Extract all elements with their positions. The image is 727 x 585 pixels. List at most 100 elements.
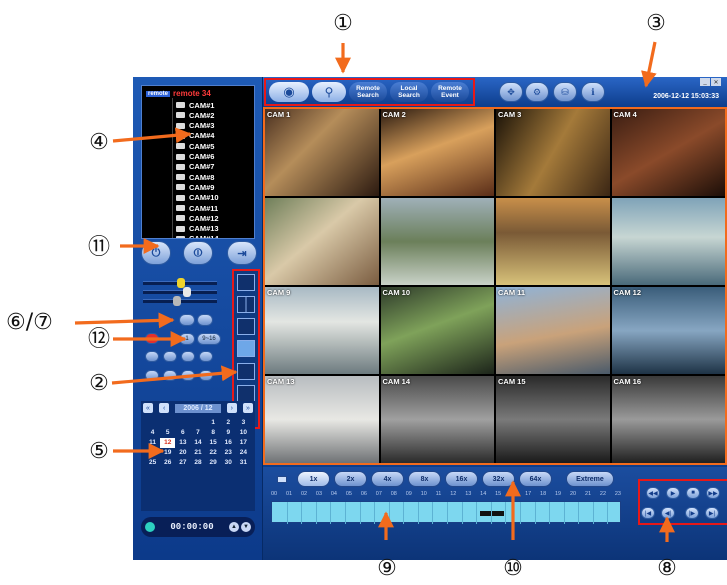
tree-camera-item[interactable]: CAM#1 (176, 100, 214, 110)
split-9-button[interactable] (237, 318, 255, 336)
tree-camera-item[interactable]: CAM#12 (176, 213, 219, 223)
calendar-day[interactable]: 20 (175, 448, 190, 458)
calendar-day[interactable]: 31 (236, 458, 251, 468)
tree-camera-item[interactable]: CAM#13 (176, 224, 219, 234)
calendar-day[interactable]: 30 (221, 458, 236, 468)
info-button[interactable]: ℹ (581, 82, 605, 102)
tree-camera-item[interactable]: CAM#7 (176, 162, 214, 172)
channel-button[interactable] (163, 351, 177, 362)
channel-button[interactable] (181, 351, 195, 362)
minimize-button[interactable]: _ (700, 78, 710, 86)
split-6-button[interactable] (237, 362, 255, 380)
calendar-day[interactable]: 13 (175, 438, 190, 448)
setup-button[interactable]: ⚙ (525, 82, 549, 102)
slider-knob[interactable] (183, 287, 191, 297)
calendar-day[interactable]: 2 (221, 418, 236, 428)
speed-button[interactable]: 8x (408, 471, 441, 487)
split-16-button[interactable] (237, 340, 255, 358)
next-year-button[interactable]: » (242, 403, 253, 413)
camera-tile[interactable]: CAM 9 (265, 287, 379, 374)
time-down-button[interactable]: ▼ (241, 522, 251, 532)
next-month-button[interactable]: › (226, 403, 237, 413)
speed-button[interactable]: Extreme (566, 471, 614, 487)
remote-event-button[interactable]: Remote Event (431, 82, 469, 102)
speed-button[interactable]: 64x (519, 471, 552, 487)
camera-tile[interactable]: CAM 15 (496, 376, 610, 463)
camera-tile[interactable]: CAM 2 (380, 109, 494, 196)
channel-button[interactable] (145, 351, 159, 362)
tree-root[interactable]: remote remote 34 (146, 89, 211, 98)
tree-camera-item[interactable]: CAM#3 (176, 121, 214, 131)
step-back-button[interactable]: ◀| (661, 507, 675, 519)
calendar-day[interactable]: 4 (145, 428, 160, 438)
tree-camera-item[interactable]: CAM#8 (176, 172, 214, 182)
calendar-day[interactable]: 7 (190, 428, 205, 438)
calendar-day[interactable]: 26 (160, 458, 175, 468)
calendar-day[interactable]: 3 (236, 418, 251, 428)
fast-forward-button[interactable]: ▶▶ (706, 487, 720, 499)
tree-camera-item[interactable]: CAM#5 (176, 141, 214, 151)
camera-tile[interactable]: CAM 16 (611, 376, 725, 463)
color-slider[interactable] (143, 296, 217, 306)
next-frame-button[interactable]: ▶| (705, 507, 719, 519)
calendar-day[interactable]: 8 (206, 428, 221, 438)
timeline[interactable] (271, 501, 621, 524)
camera-tile[interactable] (611, 198, 725, 285)
calendar-day[interactable]: 16 (221, 438, 236, 448)
connect-button[interactable]: ⏻ (141, 241, 171, 265)
camera-tile[interactable]: CAM 12 (611, 287, 725, 374)
tree-camera-item[interactable]: CAM#9 (176, 182, 214, 192)
calendar-day[interactable]: 29 (206, 458, 221, 468)
calendar-day[interactable]: 21 (190, 448, 205, 458)
live-view-button[interactable]: ◉ (269, 82, 309, 102)
exit-button[interactable]: ⇥ (227, 241, 257, 265)
close-button[interactable]: ✕ (711, 78, 721, 86)
camera-tile[interactable] (380, 198, 494, 285)
calendar-day[interactable]: 24 (236, 448, 251, 458)
calendar-day[interactable]: 14 (190, 438, 205, 448)
tree-camera-item[interactable]: CAM#2 (176, 110, 214, 120)
camera-tile[interactable] (496, 198, 610, 285)
step-forward-button[interactable]: |▶ (685, 507, 699, 519)
page-9-16-button[interactable]: 9~16 (197, 333, 221, 345)
channel-button[interactable] (199, 370, 213, 381)
camera-tile[interactable] (265, 198, 379, 285)
time-up-button[interactable]: ▲ (229, 522, 239, 532)
calendar-day[interactable]: 6 (175, 428, 190, 438)
channel-button[interactable] (181, 370, 195, 381)
channel-button[interactable] (145, 370, 159, 381)
search-button[interactable]: ⚲ (312, 82, 346, 102)
calendar-day[interactable]: 28 (190, 458, 205, 468)
camera-tile[interactable]: CAM 13 (265, 376, 379, 463)
camera-tile[interactable]: CAM 4 (611, 109, 725, 196)
tree-camera-item[interactable]: CAM#11 (176, 203, 218, 213)
remote-search-button[interactable]: Remote Search (349, 82, 387, 102)
brightness-slider[interactable] (143, 278, 217, 288)
calendar-day[interactable]: 27 (175, 458, 190, 468)
play-button[interactable]: ▶ (666, 487, 680, 499)
record-button[interactable] (197, 314, 213, 326)
camera-tile[interactable]: CAM 10 (380, 287, 494, 374)
speed-button[interactable]: 16x (445, 471, 478, 487)
calendar-day[interactable]: 12 (160, 438, 176, 448)
prev-year-button[interactable]: « (143, 403, 153, 413)
calendar-day[interactable]: 18 (145, 448, 160, 458)
calendar-day[interactable]: 11 (145, 438, 160, 448)
backup-button[interactable]: ⛁ (553, 82, 577, 102)
split-1-button[interactable] (237, 273, 255, 291)
prev-month-button[interactable]: ‹ (159, 403, 170, 413)
contrast-slider[interactable] (143, 287, 217, 297)
camera-tile[interactable]: CAM 1 (265, 109, 379, 196)
calendar-day[interactable]: 25 (145, 458, 160, 468)
calendar-day[interactable]: 5 (160, 428, 175, 438)
calendar-day[interactable]: 19 (160, 448, 175, 458)
tree-camera-item[interactable]: CAM#4 (176, 131, 214, 141)
slider-knob[interactable] (173, 296, 181, 306)
calendar-day[interactable]: 9 (221, 428, 236, 438)
calendar-day[interactable]: 22 (206, 448, 221, 458)
speed-button[interactable]: 1x (297, 471, 330, 487)
channel-button[interactable] (199, 351, 213, 362)
calendar-day[interactable]: 23 (221, 448, 236, 458)
local-search-button[interactable]: Local Search (390, 82, 428, 102)
ptz-button[interactable]: ✥ (499, 82, 523, 102)
